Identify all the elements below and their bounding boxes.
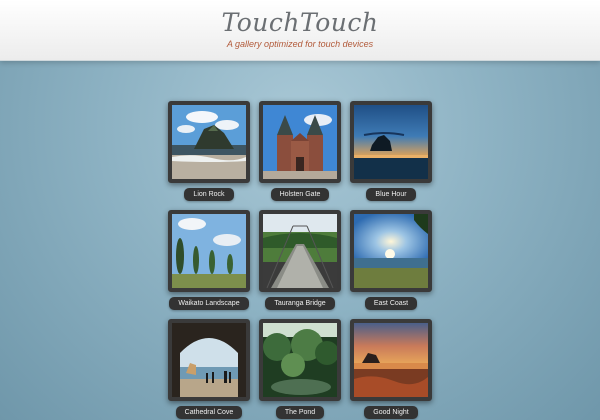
caption-cathedral-cove: Cathedral Cove [175,406,243,419]
caption-lion-rock: Lion Rock [184,188,234,201]
waikato-landscape-photo [172,214,246,288]
blue-hour-photo [354,105,428,179]
caption-the-pond: The Pond [275,406,325,419]
cathedral-cove-photo [172,323,246,397]
gallery-item-tauranga-bridge[interactable]: Tauranga Bridge [259,210,341,310]
thumbnail-frame[interactable] [168,101,250,183]
the-pond-photo [263,323,337,397]
caption-tauranga-bridge: Tauranga Bridge [265,297,335,310]
caption-good-night: Good Night [364,406,418,419]
gallery-item-cathedral-cove[interactable]: Cathedral Cove [168,319,250,419]
lion-rock-photo [172,105,246,179]
gallery-item-holsten-gate[interactable]: Holsten Gate [259,101,341,201]
thumbnail-frame[interactable] [259,101,341,183]
caption-east-coast: East Coast [364,297,418,310]
thumbnail-frame[interactable] [350,210,432,292]
gallery-item-good-night[interactable]: Good Night [350,319,432,419]
thumbnail-frame[interactable] [259,210,341,292]
holsten-gate-photo [263,105,337,179]
caption-waikato-landscape: Waikato Landscape [169,297,249,310]
tauranga-bridge-photo [263,214,337,288]
thumbnail-gallery: Lion Rock Holsten Gate Blue Hour Waikato… [0,0,600,420]
gallery-item-the-pond[interactable]: The Pond [259,319,341,419]
gallery-item-lion-rock[interactable]: Lion Rock [168,101,250,201]
thumbnail-frame[interactable] [168,319,250,401]
caption-holsten-gate: Holsten Gate [270,188,330,201]
thumbnail-frame[interactable] [168,210,250,292]
thumbnail-frame[interactable] [350,319,432,401]
caption-blue-hour: Blue Hour [366,188,416,201]
thumbnail-frame[interactable] [259,319,341,401]
gallery-item-waikato-landscape[interactable]: Waikato Landscape [168,210,250,310]
east-coast-photo [354,214,428,288]
good-night-photo [354,323,428,397]
gallery-item-east-coast[interactable]: East Coast [350,210,432,310]
thumbnail-frame[interactable] [350,101,432,183]
gallery-item-blue-hour[interactable]: Blue Hour [350,101,432,201]
